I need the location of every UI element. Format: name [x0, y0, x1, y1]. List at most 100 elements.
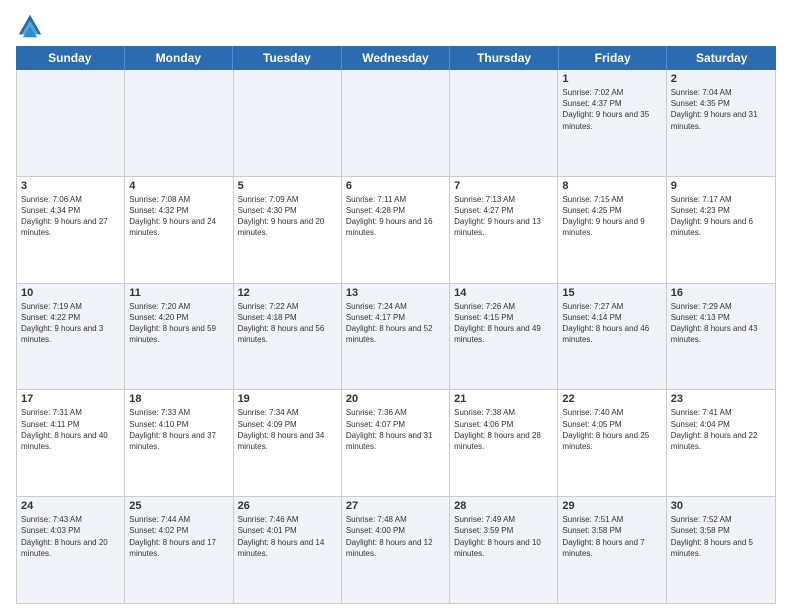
cell-info: Sunrise: 7:27 AM Sunset: 4:14 PM Dayligh…: [562, 301, 661, 346]
calendar-cell-26: 26 Sunrise: 7:46 AM Sunset: 4:01 PM Dayli…: [234, 497, 342, 603]
day-number: 8: [562, 180, 661, 192]
cell-info: Sunrise: 7:15 AM Sunset: 4:25 PM Dayligh…: [562, 194, 661, 239]
logo-icon: [16, 12, 44, 40]
day-number: 26: [238, 500, 337, 512]
weekday-header-tuesday: Tuesday: [233, 46, 342, 70]
weekday-header-thursday: Thursday: [450, 46, 559, 70]
cell-info: Sunrise: 7:33 AM Sunset: 4:10 PM Dayligh…: [129, 407, 228, 452]
calendar-cell-6: 6 Sunrise: 7:11 AM Sunset: 4:28 PM Daylig…: [342, 177, 450, 283]
day-number: 16: [671, 287, 771, 299]
cell-info: Sunrise: 7:44 AM Sunset: 4:02 PM Dayligh…: [129, 514, 228, 559]
weekday-header-saturday: Saturday: [667, 46, 776, 70]
calendar-cell-9: 9 Sunrise: 7:17 AM Sunset: 4:23 PM Daylig…: [667, 177, 775, 283]
cell-info: Sunrise: 7:02 AM Sunset: 4:37 PM Dayligh…: [562, 87, 661, 132]
day-number: 27: [346, 500, 445, 512]
day-number: 7: [454, 180, 553, 192]
calendar-cell-17: 17 Sunrise: 7:31 AM Sunset: 4:11 PM Dayli…: [17, 390, 125, 496]
calendar-cell-empty: [17, 70, 125, 176]
day-number: 12: [238, 287, 337, 299]
page: SundayMondayTuesdayWednesdayThursdayFrid…: [0, 0, 792, 612]
day-number: 21: [454, 393, 553, 405]
day-number: 25: [129, 500, 228, 512]
day-number: 19: [238, 393, 337, 405]
day-number: 23: [671, 393, 771, 405]
weekday-header-monday: Monday: [125, 46, 234, 70]
calendar-cell-10: 10Sunrise: 7:19 AM Sunset: 4:22 PM Dayli…: [17, 284, 125, 390]
calendar-cell-29: 29 Sunrise: 7:51 AM Sunset: 3:58 PM Dayli…: [558, 497, 666, 603]
day-number: 11: [129, 287, 228, 299]
day-number: 10: [21, 287, 120, 299]
cell-info: Sunrise: 7:51 AM Sunset: 3:58 PM Dayligh…: [562, 514, 661, 559]
calendar-cell-28: 28Sunrise: 7:49 AM Sunset: 3:59 PM Dayli…: [450, 497, 558, 603]
calendar-cell-24: 24 Sunrise: 7:43 AM Sunset: 4:03 PM Dayli…: [17, 497, 125, 603]
calendar-cell-11: 11Sunrise: 7:20 AM Sunset: 4:20 PM Dayli…: [125, 284, 233, 390]
calendar-cell-14: 14 Sunrise: 7:26 AM Sunset: 4:15 PM Dayli…: [450, 284, 558, 390]
day-number: 22: [562, 393, 661, 405]
cell-info: Sunrise: 7:46 AM Sunset: 4:01 PM Dayligh…: [238, 514, 337, 559]
weekday-header-friday: Friday: [559, 46, 668, 70]
calendar-row-0: 1Sunrise: 7:02 AM Sunset: 4:37 PM Daylig…: [17, 70, 775, 177]
calendar-cell-20: 20Sunrise: 7:36 AM Sunset: 4:07 PM Dayli…: [342, 390, 450, 496]
day-number: 18: [129, 393, 228, 405]
cell-info: Sunrise: 7:17 AM Sunset: 4:23 PM Dayligh…: [671, 194, 771, 239]
calendar-cell-15: 15 Sunrise: 7:27 AM Sunset: 4:14 PM Dayli…: [558, 284, 666, 390]
calendar-cell-23: 23 Sunrise: 7:41 AM Sunset: 4:04 PM Dayli…: [667, 390, 775, 496]
calendar-row-1: 3 Sunrise: 7:06 AM Sunset: 4:34 PM Daylig…: [17, 177, 775, 284]
calendar-cell-25: 25 Sunrise: 7:44 AM Sunset: 4:02 PM Dayli…: [125, 497, 233, 603]
calendar: SundayMondayTuesdayWednesdayThursdayFrid…: [16, 46, 776, 604]
cell-info: Sunrise: 7:04 AM Sunset: 4:35 PM Dayligh…: [671, 87, 771, 132]
calendar-cell-19: 19Sunrise: 7:34 AM Sunset: 4:09 PM Dayli…: [234, 390, 342, 496]
day-number: 15: [562, 287, 661, 299]
calendar-cell-8: 8 Sunrise: 7:15 AM Sunset: 4:25 PM Daylig…: [558, 177, 666, 283]
calendar-row-2: 10Sunrise: 7:19 AM Sunset: 4:22 PM Dayli…: [17, 284, 775, 391]
calendar-cell-30: 30 Sunrise: 7:52 AM Sunset: 3:58 PM Dayli…: [667, 497, 775, 603]
day-number: 5: [238, 180, 337, 192]
calendar-header: SundayMondayTuesdayWednesdayThursdayFrid…: [16, 46, 776, 70]
calendar-cell-empty: [234, 70, 342, 176]
calendar-cell-empty: [342, 70, 450, 176]
calendar-cell-2: 2Sunrise: 7:04 AM Sunset: 4:35 PM Daylig…: [667, 70, 775, 176]
cell-info: Sunrise: 7:08 AM Sunset: 4:32 PM Dayligh…: [129, 194, 228, 239]
day-number: 30: [671, 500, 771, 512]
calendar-cell-21: 21 Sunrise: 7:38 AM Sunset: 4:06 PM Dayli…: [450, 390, 558, 496]
cell-info: Sunrise: 7:24 AM Sunset: 4:17 PM Dayligh…: [346, 301, 445, 346]
calendar-cell-empty: [450, 70, 558, 176]
calendar-cell-13: 13 Sunrise: 7:24 AM Sunset: 4:17 PM Dayli…: [342, 284, 450, 390]
cell-info: Sunrise: 7:52 AM Sunset: 3:58 PM Dayligh…: [671, 514, 771, 559]
day-number: 13: [346, 287, 445, 299]
header: [16, 12, 776, 40]
day-number: 6: [346, 180, 445, 192]
cell-info: Sunrise: 7:11 AM Sunset: 4:28 PM Dayligh…: [346, 194, 445, 239]
day-number: 14: [454, 287, 553, 299]
day-number: 20: [346, 393, 445, 405]
day-number: 29: [562, 500, 661, 512]
cell-info: Sunrise: 7:43 AM Sunset: 4:03 PM Dayligh…: [21, 514, 120, 559]
cell-info: Sunrise: 7:29 AM Sunset: 4:13 PM Dayligh…: [671, 301, 771, 346]
calendar-cell-7: 7 Sunrise: 7:13 AM Sunset: 4:27 PM Daylig…: [450, 177, 558, 283]
day-number: 24: [21, 500, 120, 512]
cell-info: Sunrise: 7:41 AM Sunset: 4:04 PM Dayligh…: [671, 407, 771, 452]
cell-info: Sunrise: 7:13 AM Sunset: 4:27 PM Dayligh…: [454, 194, 553, 239]
cell-info: Sunrise: 7:40 AM Sunset: 4:05 PM Dayligh…: [562, 407, 661, 452]
calendar-cell-12: 12Sunrise: 7:22 AM Sunset: 4:18 PM Dayli…: [234, 284, 342, 390]
weekday-header-sunday: Sunday: [16, 46, 125, 70]
calendar-cell-4: 4 Sunrise: 7:08 AM Sunset: 4:32 PM Daylig…: [125, 177, 233, 283]
weekday-header-wednesday: Wednesday: [342, 46, 451, 70]
day-number: 17: [21, 393, 120, 405]
cell-info: Sunrise: 7:38 AM Sunset: 4:06 PM Dayligh…: [454, 407, 553, 452]
calendar-cell-16: 16 Sunrise: 7:29 AM Sunset: 4:13 PM Dayli…: [667, 284, 775, 390]
calendar-cell-22: 22 Sunrise: 7:40 AM Sunset: 4:05 PM Dayli…: [558, 390, 666, 496]
calendar-cell-5: 5Sunrise: 7:09 AM Sunset: 4:30 PM Daylig…: [234, 177, 342, 283]
calendar-cell-27: 27 Sunrise: 7:48 AM Sunset: 4:00 PM Dayli…: [342, 497, 450, 603]
day-number: 9: [671, 180, 771, 192]
cell-info: Sunrise: 7:26 AM Sunset: 4:15 PM Dayligh…: [454, 301, 553, 346]
day-number: 3: [21, 180, 120, 192]
calendar-row-3: 17 Sunrise: 7:31 AM Sunset: 4:11 PM Dayli…: [17, 390, 775, 497]
calendar-cell-18: 18 Sunrise: 7:33 AM Sunset: 4:10 PM Dayli…: [125, 390, 233, 496]
day-number: 4: [129, 180, 228, 192]
cell-info: Sunrise: 7:48 AM Sunset: 4:00 PM Dayligh…: [346, 514, 445, 559]
calendar-row-4: 24 Sunrise: 7:43 AM Sunset: 4:03 PM Dayli…: [17, 497, 775, 603]
calendar-cell-1: 1Sunrise: 7:02 AM Sunset: 4:37 PM Daylig…: [558, 70, 666, 176]
cell-info: Sunrise: 7:06 AM Sunset: 4:34 PM Dayligh…: [21, 194, 120, 239]
cell-info: Sunrise: 7:31 AM Sunset: 4:11 PM Dayligh…: [21, 407, 120, 452]
